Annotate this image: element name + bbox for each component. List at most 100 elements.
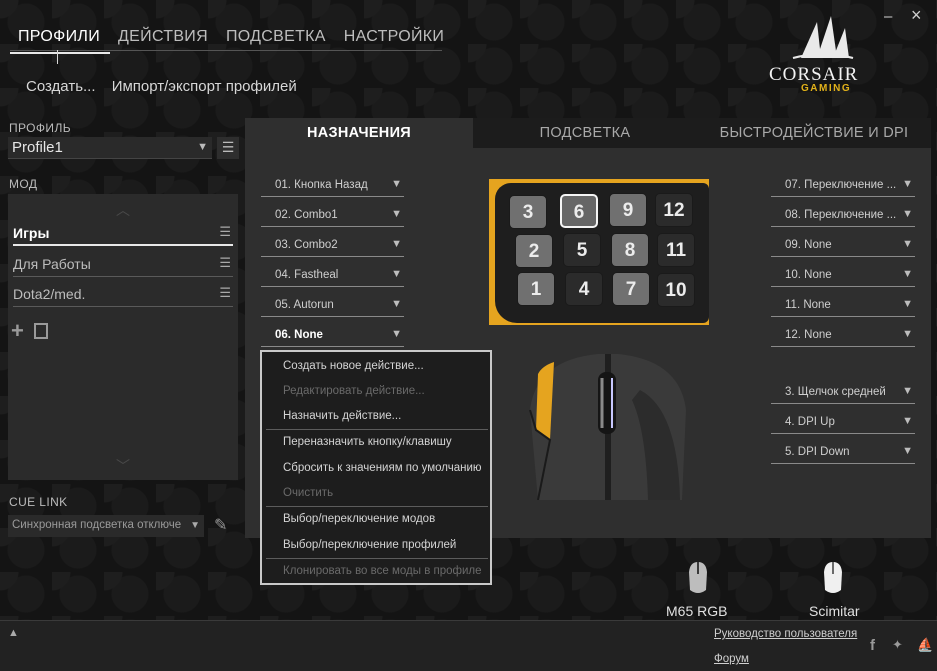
menu-item-assign-action[interactable]: Назначить действие... — [283, 410, 401, 422]
assign-label: 10. None — [785, 269, 832, 281]
assign-label: 02. Combo1 — [275, 209, 338, 221]
nav-indicator — [57, 50, 58, 64]
corsair-sails-icon[interactable]: ⛵ — [917, 637, 933, 653]
assign-key-06[interactable]: 06. None ▼ — [261, 323, 404, 347]
keypad-body: 3 6 9 12 2 5 8 11 1 4 7 10 — [495, 183, 709, 323]
tab-assignments[interactable]: НАЗНАЧЕНИЯ — [245, 118, 473, 148]
device-scimitar-label[interactable]: Scimitar — [809, 603, 860, 619]
context-menu: Создать новое действие... Редактировать … — [260, 350, 492, 585]
chevron-down-icon: ▼ — [902, 385, 913, 397]
keypad-key-2[interactable]: 2 — [515, 234, 553, 268]
menu-item-clone-all-mods[interactable]: Клонировать во все моды в профиле — [283, 565, 482, 577]
assign-label: 09. None — [785, 239, 832, 251]
profile-value: Profile1 — [12, 139, 63, 156]
pencil-icon[interactable]: ✎ — [214, 515, 227, 535]
assign-key-01[interactable]: 01. Кнопка Назад ▼ — [261, 173, 404, 197]
assign-label: 4. DPI Up — [785, 416, 835, 428]
mod-item-work[interactable]: Для Работы ☰ — [13, 253, 233, 277]
assign-key-11[interactable]: 11. None ▼ — [771, 293, 915, 317]
main-tabs: НАЗНАЧЕНИЯ ПОДСВЕТКА БЫСТРОДЕЙСТВИЕ И DP… — [245, 118, 931, 148]
assign-key-02[interactable]: 02. Combo1 ▼ — [261, 203, 404, 227]
assign-dpi-up[interactable]: 4. DPI Up ▼ — [771, 410, 915, 434]
scimitar-mouse-icon[interactable] — [821, 560, 845, 596]
mod-item-dota[interactable]: Dota2/med. ☰ — [13, 283, 233, 307]
menu-item-create-action[interactable]: Создать новое действие... — [283, 360, 424, 372]
assign-label: 11. None — [785, 299, 831, 311]
keypad-key-10[interactable]: 10 — [657, 273, 695, 307]
mod-item-label: Dota2/med. — [13, 286, 86, 302]
import-export-link[interactable]: Импорт/экспорт профилей — [112, 78, 297, 95]
keypad-key-1[interactable]: 1 — [517, 272, 555, 306]
menu-item-remap-key[interactable]: Переназначить кнопку/клавишу — [283, 436, 452, 448]
m65-mouse-icon[interactable] — [686, 560, 710, 596]
facebook-icon[interactable]: f — [870, 637, 875, 654]
assign-label: 06. None — [275, 329, 323, 341]
forum-link[interactable]: Форум — [714, 653, 749, 665]
keypad-key-4[interactable]: 4 — [565, 272, 603, 306]
keypad-key-5[interactable]: 5 — [563, 233, 601, 267]
tab-performance-dpi[interactable]: БЫСТРОДЕЙСТВИЕ И DPI — [697, 118, 931, 148]
add-mod-icon[interactable]: + — [11, 320, 24, 342]
chevron-down-icon: ▼ — [902, 415, 913, 427]
tab-lighting-panel[interactable]: ПОДСВЕТКА — [473, 118, 697, 148]
profile-select[interactable]: Profile1 ▼ — [8, 137, 212, 159]
assign-dpi-down[interactable]: 5. DPI Down ▼ — [771, 440, 915, 464]
gaming-text: GAMING — [801, 83, 852, 94]
assign-key-08[interactable]: 08. Переключение ... ▼ — [771, 203, 915, 227]
keypad-key-11[interactable]: 11 — [657, 233, 695, 267]
keypad-key-3[interactable]: 3 — [509, 195, 547, 229]
assign-key-12[interactable]: 12. None ▼ — [771, 323, 915, 347]
assign-key-10[interactable]: 10. None ▼ — [771, 263, 915, 287]
keypad-key-6[interactable]: 6 — [560, 194, 598, 228]
assign-key-09[interactable]: 09. None ▼ — [771, 233, 915, 257]
assign-label: 3. Щелчок средней — [785, 386, 886, 398]
chevron-down-icon: ▼ — [902, 178, 913, 190]
chevron-down-icon: ▼ — [197, 141, 208, 153]
drag-handle-icon[interactable]: ☰ — [219, 255, 231, 271]
keypad-key-8[interactable]: 8 — [611, 233, 649, 267]
twitter-icon[interactable]: ✦ — [892, 637, 903, 653]
chevron-down-icon: ▼ — [902, 238, 913, 250]
close-button[interactable]: × — [911, 5, 922, 26]
chevron-down-icon: ▼ — [902, 445, 913, 457]
footer-bar: ▲ Руководство пользователя Форум f ✦ ⛵ — [0, 620, 937, 671]
chevron-down-icon: ▼ — [902, 268, 913, 280]
import-mod-icon[interactable] — [34, 323, 48, 339]
chevron-down-icon: ▼ — [391, 298, 402, 310]
mod-label: МОД — [9, 177, 38, 191]
cue-link-value: Синхронная подсветка отключе — [12, 519, 182, 531]
chevron-down-icon: ▼ — [391, 238, 402, 250]
assign-key-04[interactable]: 04. Fastheal ▼ — [261, 263, 404, 287]
create-profile-link[interactable]: Создать... — [26, 78, 96, 95]
assign-label: 12. None — [785, 329, 832, 341]
scroll-down-icon[interactable]: ﹀ — [116, 456, 130, 476]
assign-label: 05. Autorun — [275, 299, 334, 311]
profile-menu-button[interactable]: ☰ — [217, 137, 239, 159]
mod-item-games[interactable]: Игры ☰ — [13, 222, 233, 246]
menu-item-switch-profiles[interactable]: Выбор/переключение профилей — [283, 539, 456, 551]
cue-link-select[interactable]: Синхронная подсветка отключе ▼ — [8, 515, 204, 537]
drag-handle-icon[interactable]: ☰ — [219, 285, 231, 301]
assign-key-03[interactable]: 03. Combo2 ▼ — [261, 233, 404, 257]
chevron-down-icon: ▼ — [391, 178, 402, 190]
menu-item-clear[interactable]: Очистить — [283, 487, 333, 499]
assign-key-07[interactable]: 07. Переключение ... ▼ — [771, 173, 915, 197]
menu-item-switch-mods[interactable]: Выбор/переключение модов — [283, 513, 435, 525]
mouse-image — [529, 354, 686, 500]
keypad-key-7[interactable]: 7 — [612, 272, 650, 306]
chevron-down-icon: ▼ — [190, 520, 200, 531]
menu-separator — [266, 506, 488, 507]
menu-item-edit-action[interactable]: Редактировать действие... — [283, 385, 425, 397]
expand-up-icon[interactable]: ▲ — [8, 627, 19, 639]
assign-middle-click[interactable]: 3. Щелчок средней ▼ — [771, 380, 915, 404]
scroll-up-icon[interactable]: ︿ — [116, 200, 130, 220]
menu-item-reset-defaults[interactable]: Сбросить к значениям по умолчанию — [283, 462, 482, 474]
mod-list-panel: ︿ Игры ☰ Для Работы ☰ Dota2/med. ☰ + ﹀ — [8, 194, 238, 480]
keypad-key-12[interactable]: 12 — [655, 193, 693, 227]
drag-handle-icon[interactable]: ☰ — [219, 224, 231, 240]
keypad-key-9[interactable]: 9 — [609, 193, 647, 227]
minimize-button[interactable]: – — [884, 8, 892, 25]
assign-key-05[interactable]: 05. Autorun ▼ — [261, 293, 404, 317]
user-manual-link[interactable]: Руководство пользователя — [714, 628, 857, 640]
device-m65-label[interactable]: M65 RGB — [666, 603, 727, 619]
